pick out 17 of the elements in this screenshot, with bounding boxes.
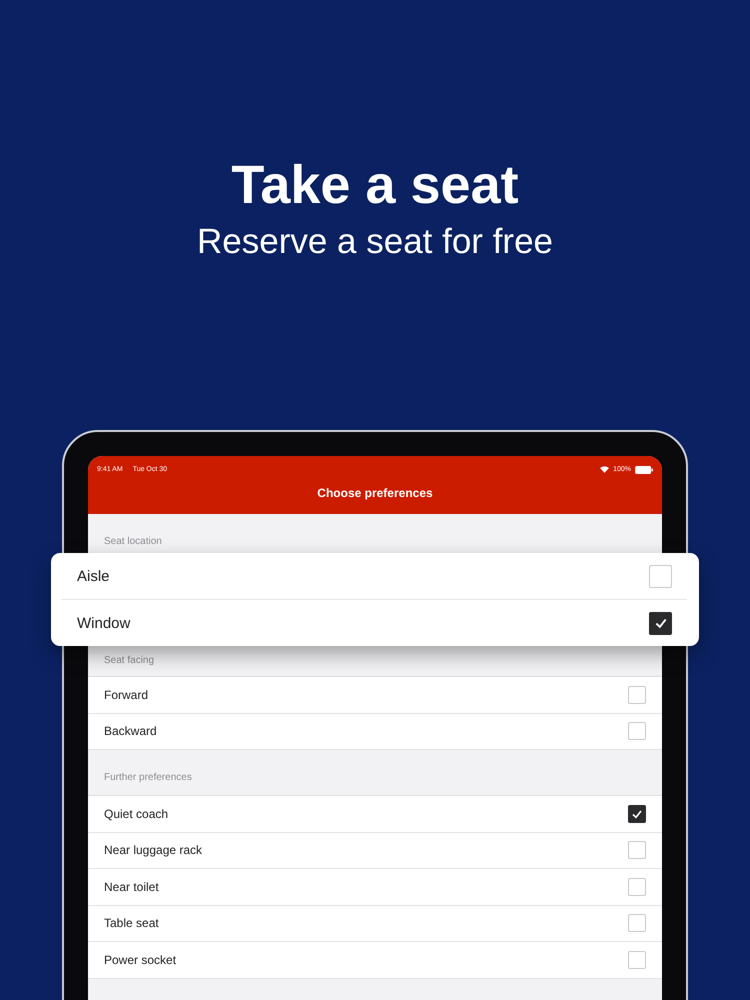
checkbox[interactable] [649,612,672,634]
option-row[interactable]: Aisle [61,553,687,599]
check-icon [654,616,668,630]
section-header: Seat location [104,536,162,547]
checkbox[interactable] [628,804,646,823]
option-row[interactable]: Near luggage rack [88,832,662,869]
section-header: Seat facing [104,655,154,666]
wifi-icon [600,466,610,473]
section-header: Further preferences [104,772,192,783]
nav-title: Choose preferences [316,485,434,502]
subheadline: Reserve a seat for free [196,221,554,263]
check-icon [631,808,643,820]
battery-icon [635,466,653,474]
headline: Take a seat [230,154,520,217]
option-row[interactable]: Backward [88,714,662,750]
option-row[interactable]: Table seat [88,906,662,942]
option-row[interactable]: Window [61,599,687,646]
